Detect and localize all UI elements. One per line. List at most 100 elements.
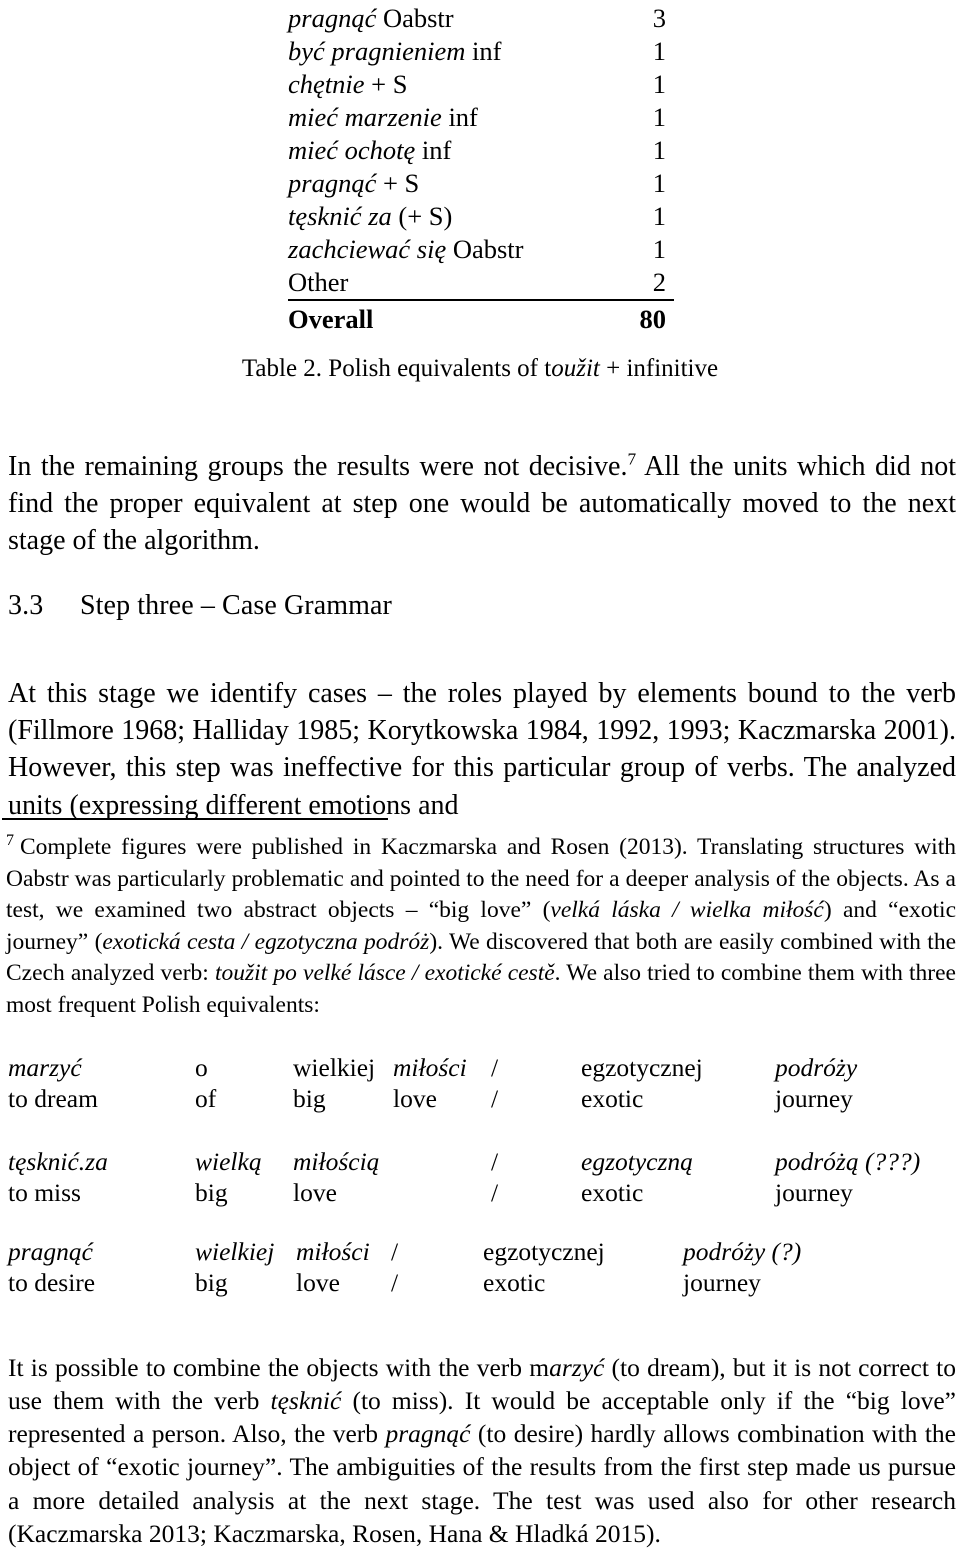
paragraph-3-seg-1: It is possible to combine the objects wi… [8,1353,549,1382]
table-cell-count: 1 [608,200,674,233]
gloss-token: / [491,1146,498,1178]
paragraph-1-before-note: In the remaining groups the results were… [8,451,627,482]
term-roman: inf [415,135,451,165]
term-roman: inf [442,102,478,132]
table-row: pragnąć Oabstr3 [288,2,674,35]
paragraph-3-seg-6-italic: pragnąć [385,1419,470,1448]
term-roman: Oabstr [376,3,453,33]
term-roman: Other [288,267,348,297]
paragraph-conclusion: It is possible to combine the objects wi… [8,1351,956,1550]
gloss-translation-row: to desirebiglove/exoticjourney [8,1267,956,1298]
table-row: chętnie + S1 [288,68,674,101]
gloss-token: wielką [195,1146,262,1178]
table-cell-term: pragnąć Oabstr [288,2,608,35]
gloss-token: big [195,1177,228,1209]
table-cell-term: tęsknić za (+ S) [288,200,608,233]
gloss-token: egzotycznej [581,1052,703,1084]
term-italic: mieć ochotę [288,135,415,165]
paragraph-case-grammar: At this stage we identify cases – the ro… [8,675,956,824]
table-cell-term: chętnie + S [288,68,608,101]
term-roman: Oabstr [446,234,523,264]
table-polish-equivalents: pragnąć Oabstr3być pragnieniem inf1chętn… [288,2,674,336]
gloss-block-tesknic: tęsknić.zawielkąmiłością/egzotycznąpodró… [8,1146,956,1208]
footnote-seg-6-italic: toužit po velké lásce / exotické cestě [215,960,555,986]
table-cell-count: 1 [608,233,674,266]
gloss-token: podróżą (???) [775,1146,920,1178]
gloss-translation-row: to missbiglove/exoticjourney [8,1177,956,1208]
gloss-token: egzotycznej [483,1236,605,1268]
gloss-token: of [195,1083,216,1115]
gloss-token: love [393,1083,437,1115]
gloss-token: o [195,1052,208,1084]
footnote-7: 7Complete figures were published in Kacz… [6,832,956,1022]
table-cell-term: zachciewać się Oabstr [288,233,608,266]
table-total-count: 80 [608,300,674,336]
table-total-label: Overall [288,300,608,336]
gloss-token: / [491,1052,498,1084]
table-caption: Table 2. Polish equivalents of toužit + … [0,355,960,383]
term-italic: tęsknić za [288,201,392,231]
term-italic: pragnąć [288,3,376,33]
term-roman: (+ S) [392,201,453,231]
document-page: pragnąć Oabstr3być pragnieniem inf1chętn… [0,0,960,1514]
table-row: mieć ochotę inf 1 [288,134,674,167]
gloss-token: wielkiej [293,1052,375,1084]
gloss-block-pragnac: pragnąćwielkiejmiłości/egzotycznejpodróż… [8,1236,956,1298]
section-number: 3.3 [8,590,80,622]
table-cell-count: 1 [608,167,674,200]
gloss-source-row: tęsknić.zawielkąmiłością/egzotycznąpodró… [8,1146,956,1177]
table-cell-count: 1 [608,134,674,167]
gloss-token: journey [775,1177,853,1209]
gloss-token: to miss [8,1177,81,1209]
gloss-token: exotic [581,1083,643,1115]
gloss-translation-row: to dreamofbiglove/exoticjourney [8,1083,956,1114]
gloss-token: pragnąć [8,1236,93,1268]
term-roman: + S [376,168,419,198]
gloss-token: / [391,1267,398,1299]
table-row: Other2 [288,266,674,300]
term-italic: być pragnieniem [288,36,465,66]
gloss-block-marzyc: marzyć o wielkiej miłości / egzotycznej podróż… [8,1052,956,1114]
gloss-source-row: pragnąćwielkiejmiłości/egzotycznejpodróż… [8,1236,956,1267]
footnote-seg-4-italic: exotická cesta / egzotyczna podróż [102,929,429,955]
footnote-marker: 7 [6,832,14,849]
term-roman: inf [465,36,501,66]
paragraph-remaining-groups: In the remaining groups the results were… [8,448,956,560]
gloss-token: miłości [296,1236,370,1268]
gloss-token: egzotyczną [581,1146,693,1178]
table-row: mieć marzenie inf1 [288,101,674,134]
gloss-token: miłości [393,1052,467,1084]
paragraph-3-seg-2-italic: arzyć [549,1353,604,1382]
table-row: tęsknić za (+ S)1 [288,200,674,233]
gloss-token: big [195,1267,228,1299]
section-title: Step three – Case Grammar [80,590,392,621]
term-italic: chętnie [288,69,365,99]
gloss-token: podróży [775,1052,857,1084]
table-cell-term: być pragnieniem inf [288,35,608,68]
gloss-token: journey [683,1267,761,1299]
term-italic: zachciewać się [288,234,446,264]
footnote-seg-2-italic: velká láska / wielka miłość [550,897,823,923]
table-caption-italic-term: oužit [551,355,600,382]
table-cell-count: 1 [608,35,674,68]
gloss-token: / [391,1236,398,1268]
footnote-reference-7[interactable]: 7 [627,450,636,469]
table-caption-suffix: + infinitive [600,355,718,382]
gloss-token: journey [775,1083,853,1115]
table-row: pragnąć + S1 [288,167,674,200]
table-caption-prefix: Table 2. Polish equivalents of t [242,355,551,382]
table-cell-count: 3 [608,2,674,35]
table-cell-term: pragnąć + S [288,167,608,200]
gloss-token: marzyć [8,1052,82,1084]
gloss-token: to dream [8,1083,98,1115]
table-cell-count: 1 [608,68,674,101]
gloss-token: love [293,1177,337,1209]
gloss-token: tęsknić.za [8,1146,108,1178]
table-row: być pragnieniem inf1 [288,35,674,68]
gloss-token: podróży (?) [683,1236,801,1268]
frequency-table: pragnąć Oabstr3być pragnieniem inf1chętn… [288,2,674,336]
gloss-token: to desire [8,1267,95,1299]
gloss-token: big [293,1083,326,1115]
term-italic: mieć marzenie [288,102,442,132]
table-cell-term: mieć marzenie inf [288,101,608,134]
